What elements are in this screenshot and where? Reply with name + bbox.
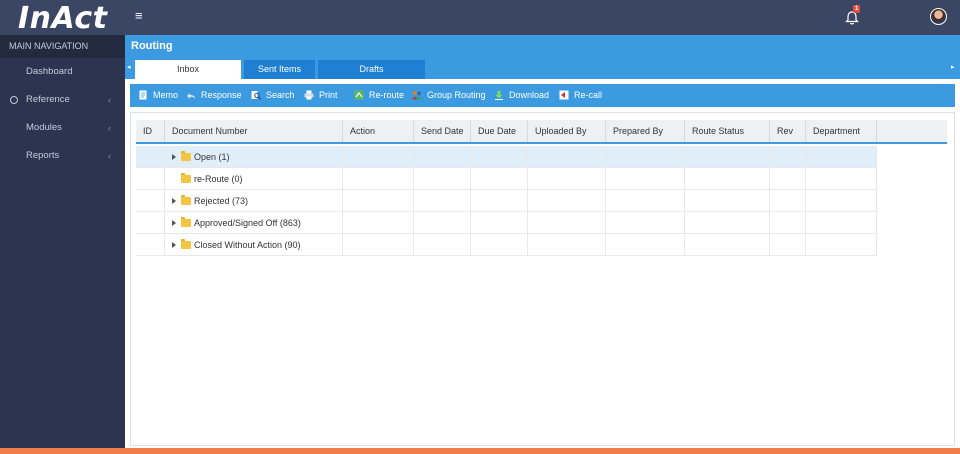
download-label: Download <box>509 90 550 100</box>
column-header-action[interactable]: Action <box>343 120 414 142</box>
table-row[interactable]: re-Route (0) <box>136 168 877 190</box>
expand-arrow-icon[interactable] <box>172 242 176 248</box>
user-avatar[interactable] <box>930 8 947 25</box>
tab-scroll-right-icon[interactable]: ▸ <box>951 63 955 71</box>
print-button[interactable]: Print <box>304 84 338 107</box>
search-label: Search <box>266 90 295 100</box>
table-row[interactable]: Rejected (73) <box>136 190 877 212</box>
tab-scroll-left-icon[interactable]: ◂ <box>127 63 131 71</box>
recall-button[interactable]: Re-call <box>559 84 602 107</box>
column-header-rev[interactable]: Rev <box>770 120 806 142</box>
row-label: Open (1) <box>194 152 230 162</box>
folder-icon <box>181 239 191 249</box>
tab-sent-items[interactable]: Sent Items <box>244 60 315 79</box>
chevron-left-icon: ‹ <box>108 123 111 133</box>
table-row[interactable]: Approved/Signed Off (863) <box>136 212 877 234</box>
table-row[interactable]: Closed Without Action (90) <box>136 234 877 256</box>
menu-toggle-icon[interactable]: ≡ <box>135 9 143 22</box>
top-bar: InAct ≡ 1 <box>0 0 960 36</box>
folder-icon <box>181 217 191 227</box>
sidebar-header: MAIN NAVIGATION <box>0 35 125 58</box>
sidebar-item-modules[interactable]: Modules ‹ <box>0 114 125 142</box>
download-icon <box>495 90 503 100</box>
app-logo[interactable]: InAct <box>18 1 107 36</box>
sidebar-item-dashboard[interactable]: Dashboard <box>0 58 125 86</box>
print-label: Print <box>319 90 338 100</box>
column-header-uploaded-by[interactable]: Uploaded By <box>528 120 606 142</box>
column-header-due-date[interactable]: Due Date <box>471 120 528 142</box>
search-icon <box>251 90 261 100</box>
chevron-left-icon: ‹ <box>108 95 111 105</box>
notification-badge: 1 <box>853 5 861 13</box>
main-content: Routing ◂ Inbox Sent Items Drafts ▸ Memo… <box>125 35 960 454</box>
sidebar-item-reports[interactable]: Reports ‹ <box>0 142 125 170</box>
sidebar-item-label: Reference <box>26 94 70 105</box>
recall-label: Re-call <box>574 90 603 100</box>
search-button[interactable]: Search <box>251 84 295 107</box>
folder-icon <box>181 195 191 205</box>
circle-icon <box>10 96 18 104</box>
column-header-id[interactable]: ID <box>136 120 165 142</box>
tab-inbox[interactable]: Inbox <box>135 60 241 79</box>
memo-icon <box>139 90 147 100</box>
row-label: re-Route (0) <box>194 174 243 184</box>
group-routing-icon <box>412 90 422 100</box>
document-grid: ID Document Number Action Send Date Due … <box>130 112 955 446</box>
column-header-route-status[interactable]: Route Status <box>685 120 770 142</box>
expand-arrow-icon[interactable] <box>172 198 176 204</box>
toolbar: Memo Response Search Print Re-route Grou… <box>130 84 955 107</box>
column-header-prepared-by[interactable]: Prepared By <box>606 120 685 142</box>
reroute-icon <box>354 90 364 100</box>
group-routing-button[interactable]: Group Routing <box>412 84 486 107</box>
response-button[interactable]: Response <box>186 84 242 107</box>
chevron-left-icon: ‹ <box>108 151 111 161</box>
column-header-document-number[interactable]: Document Number <box>165 120 343 142</box>
tab-bar: ◂ Inbox Sent Items Drafts ▸ <box>125 58 960 79</box>
memo-label: Memo <box>153 90 179 100</box>
expand-arrow-icon[interactable] <box>172 154 176 160</box>
sidebar-item-label: Dashboard <box>26 66 73 77</box>
sidebar-item-reference[interactable]: Reference ‹ <box>0 86 125 114</box>
sidebar-item-label: Reports <box>26 150 60 161</box>
column-header-department[interactable]: Department <box>806 120 877 142</box>
folder-icon <box>181 173 191 183</box>
sidebar-item-label: Modules <box>26 122 62 133</box>
memo-button[interactable]: Memo <box>138 84 178 107</box>
page-title: Routing <box>125 35 960 58</box>
row-label: Closed Without Action (90) <box>194 240 301 250</box>
print-icon <box>304 90 314 100</box>
expand-arrow-icon[interactable] <box>172 220 176 226</box>
table-row[interactable]: Open (1) <box>136 146 877 168</box>
reroute-button[interactable]: Re-route <box>354 84 404 107</box>
group-routing-label: Group Routing <box>427 90 486 100</box>
download-button[interactable]: Download <box>494 84 549 107</box>
sidebar: MAIN NAVIGATION Dashboard Reference ‹ Mo… <box>0 35 125 454</box>
grid-header: ID Document Number Action Send Date Due … <box>136 120 947 144</box>
row-label: Rejected (73) <box>194 196 249 206</box>
folder-icon <box>181 151 191 161</box>
reroute-label: Re-route <box>369 90 405 100</box>
response-icon <box>187 92 195 99</box>
recall-icon <box>559 90 569 100</box>
footer-bar <box>0 448 960 454</box>
tab-drafts[interactable]: Drafts <box>318 60 425 79</box>
row-label: Approved/Signed Off (863) <box>194 218 301 228</box>
column-header-send-date[interactable]: Send Date <box>414 120 471 142</box>
response-label: Response <box>201 90 242 100</box>
